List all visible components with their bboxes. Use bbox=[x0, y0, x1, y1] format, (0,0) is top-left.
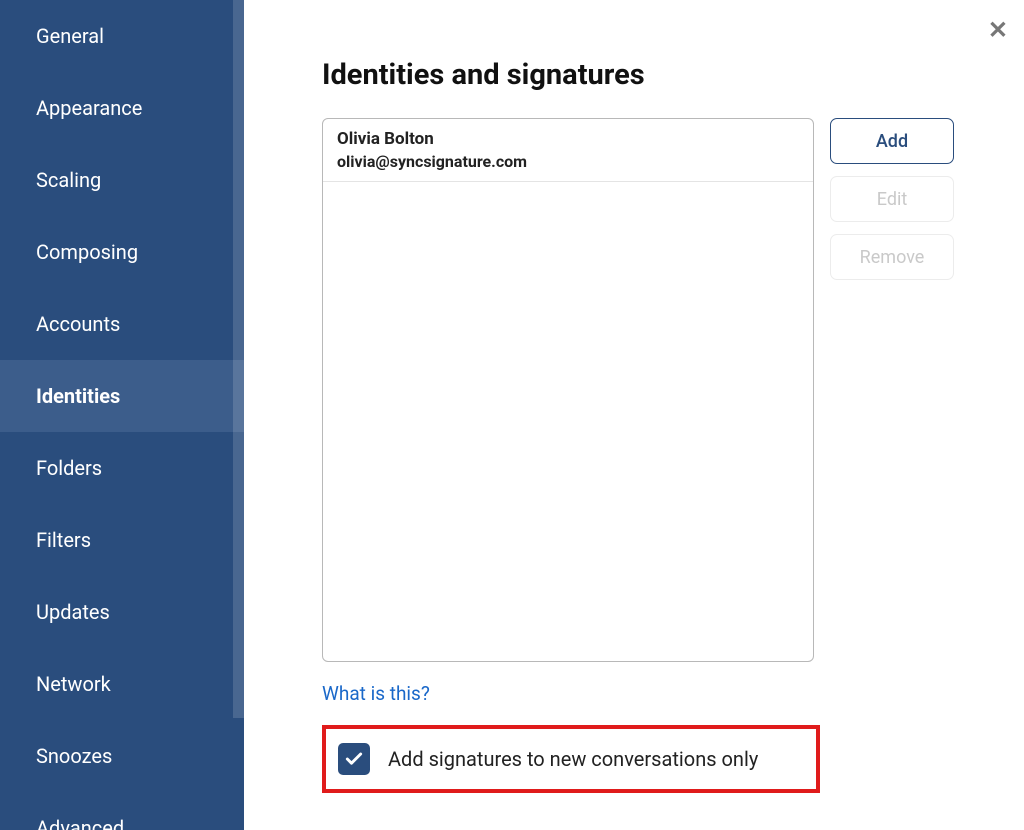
sidebar-item-identities[interactable]: Identities bbox=[0, 360, 244, 432]
sidebar-item-accounts[interactable]: Accounts bbox=[0, 288, 244, 360]
edit-button: Edit bbox=[830, 176, 954, 222]
sidebar-item-updates[interactable]: Updates bbox=[0, 576, 244, 648]
signature-checkbox-row: Add signatures to new conversations only bbox=[322, 725, 820, 793]
signature-checkbox[interactable] bbox=[338, 743, 370, 775]
sidebar-item-general[interactable]: General bbox=[0, 0, 244, 72]
sidebar-scrollbar[interactable] bbox=[233, 0, 244, 718]
close-icon[interactable]: ✕ bbox=[988, 16, 1008, 44]
settings-main-panel: ✕ Identities and signatures Olivia Bolto… bbox=[244, 0, 1024, 830]
add-button[interactable]: Add bbox=[830, 118, 954, 164]
sidebar-item-advanced[interactable]: Advanced bbox=[0, 792, 244, 830]
identity-buttons: Add Edit Remove bbox=[830, 118, 954, 280]
page-title: Identities and signatures bbox=[322, 58, 968, 92]
what-is-this-link[interactable]: What is this? bbox=[322, 682, 968, 705]
sidebar-item-filters[interactable]: Filters bbox=[0, 504, 244, 576]
settings-sidebar: General Appearance Scaling Composing Acc… bbox=[0, 0, 244, 830]
identity-management-row: Olivia Bolton olivia@syncsignature.com A… bbox=[322, 118, 968, 662]
identity-list: Olivia Bolton olivia@syncsignature.com bbox=[322, 118, 814, 662]
sidebar-item-folders[interactable]: Folders bbox=[0, 432, 244, 504]
identity-email: olivia@syncsignature.com bbox=[337, 152, 799, 171]
check-icon bbox=[344, 749, 364, 769]
identity-name: Olivia Bolton bbox=[337, 129, 799, 149]
sidebar-item-appearance[interactable]: Appearance bbox=[0, 72, 244, 144]
identity-entry[interactable]: Olivia Bolton olivia@syncsignature.com bbox=[323, 119, 813, 182]
sidebar-item-snoozes[interactable]: Snoozes bbox=[0, 720, 244, 792]
sidebar-item-composing[interactable]: Composing bbox=[0, 216, 244, 288]
signature-checkbox-label: Add signatures to new conversations only bbox=[388, 747, 758, 771]
sidebar-item-network[interactable]: Network bbox=[0, 648, 244, 720]
remove-button: Remove bbox=[830, 234, 954, 280]
sidebar-item-scaling[interactable]: Scaling bbox=[0, 144, 244, 216]
